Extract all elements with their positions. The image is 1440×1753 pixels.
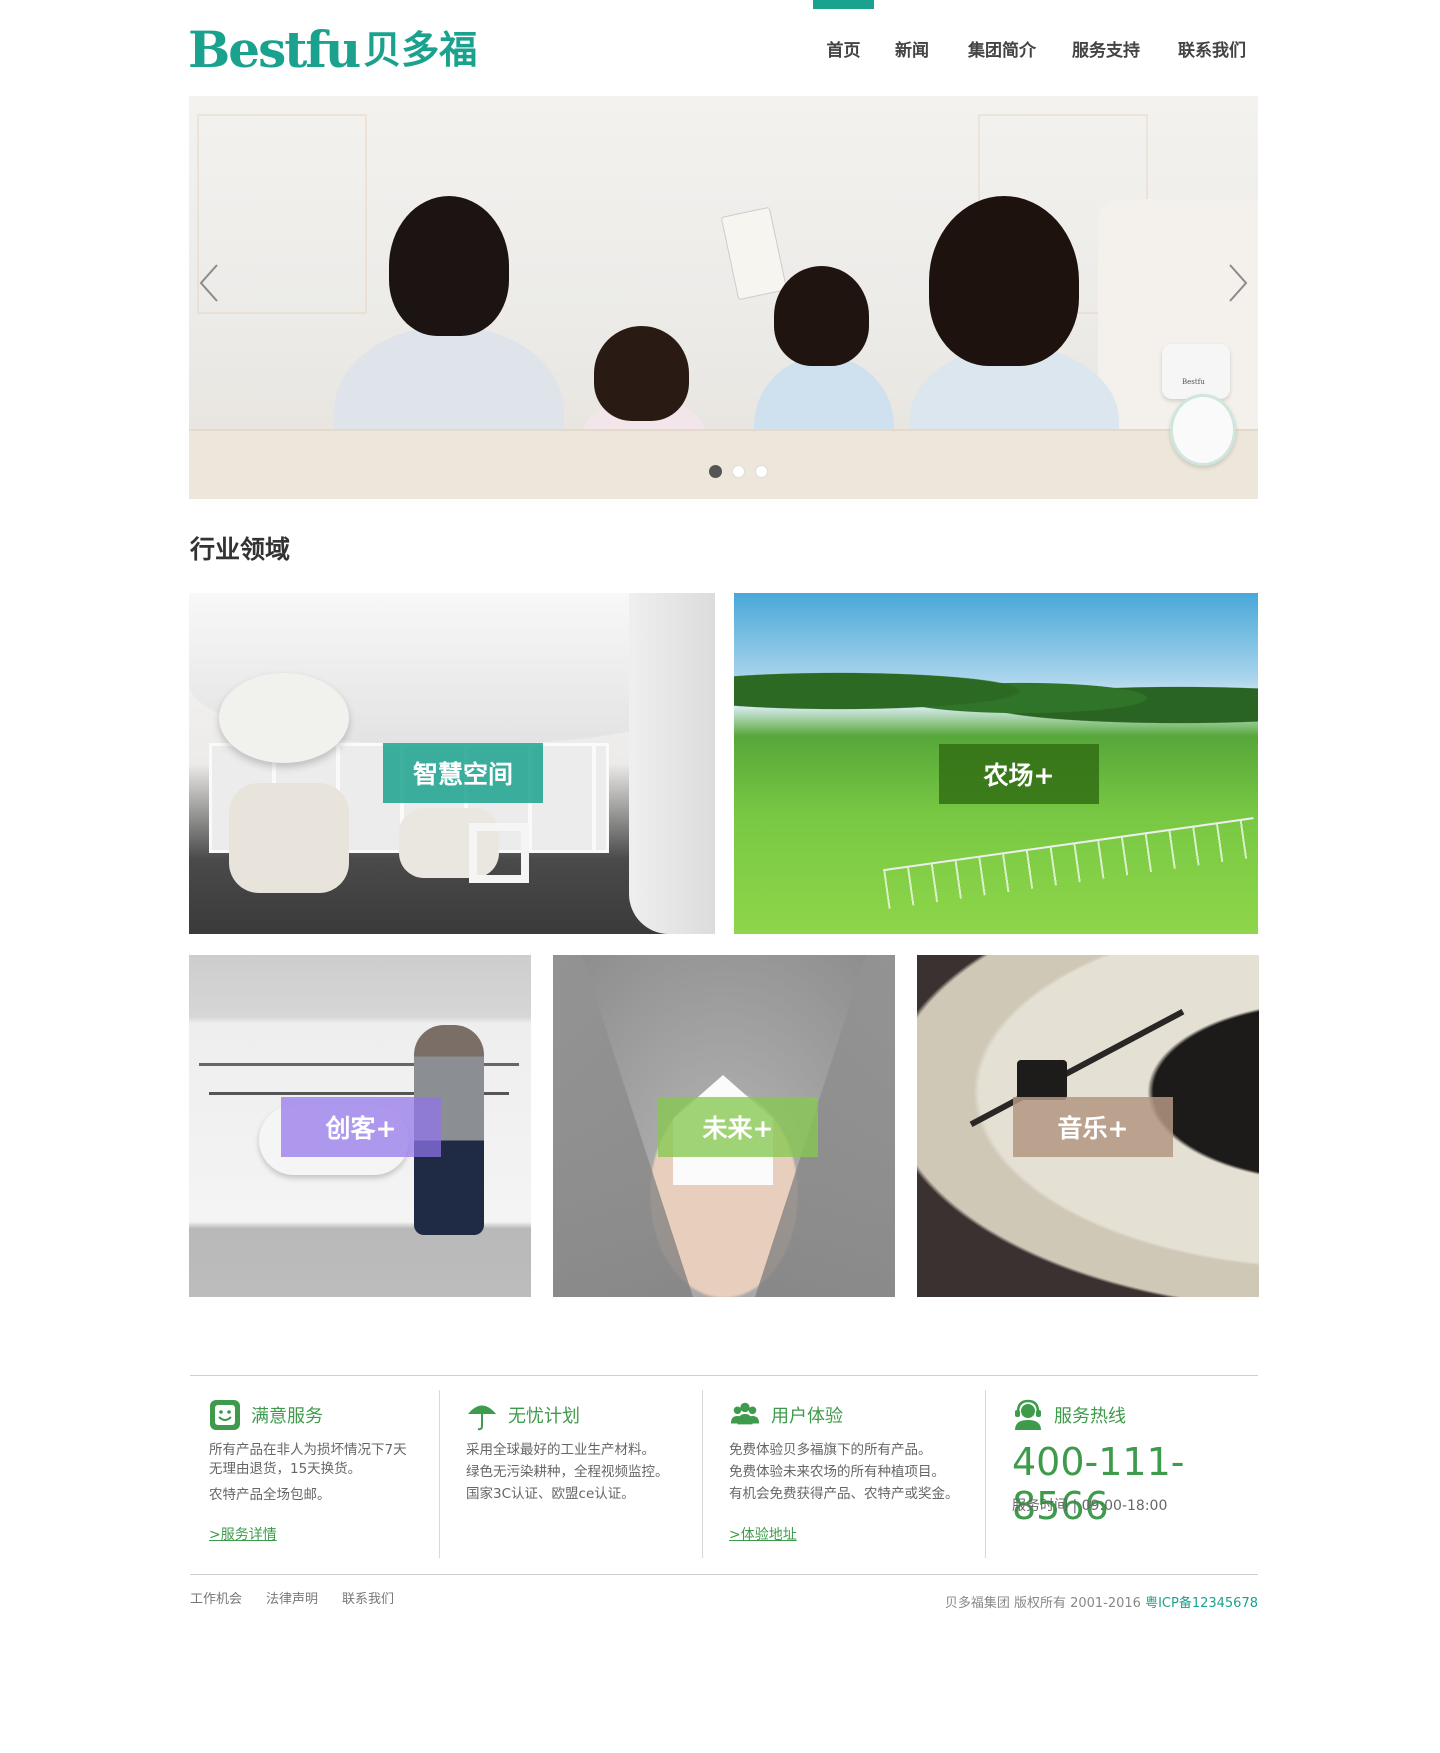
brand-logo[interactable]: Bestfu 贝多福 xyxy=(188,24,477,76)
banner-pagination xyxy=(709,465,768,478)
nav-item-label: 首页 xyxy=(826,40,861,61)
banner-person-girl-hair xyxy=(594,326,689,421)
brand-logo-cn: 贝多福 xyxy=(363,28,478,72)
experience-address-link[interactable]: >体验地址 xyxy=(729,1524,797,1544)
umbrella-icon xyxy=(466,1399,498,1431)
site-header: Bestfu 贝多福 首页 新闻 集团简介 服务支持 联系我们 xyxy=(0,0,1440,96)
feature-text-line: 绿色无污染耕种，全程视频监控。 xyxy=(466,1464,669,1480)
feature-hotline: 服务热线 400-111-8566 服务时间 | 09:00-18:00 xyxy=(1012,1398,1258,1558)
feature-separator xyxy=(702,1390,703,1558)
footer-divider xyxy=(190,1375,1258,1376)
tile-label: 创客+ xyxy=(281,1097,441,1157)
feature-header: 服务热线 xyxy=(1012,1398,1126,1432)
footer-link-jobs[interactable]: 工作机会 xyxy=(190,1588,242,1607)
nav-item-label: 集团简介 xyxy=(968,40,1036,61)
banner-book xyxy=(720,206,788,301)
tile-label: 智慧空间 xyxy=(383,743,543,803)
banner-next-arrow[interactable] xyxy=(1218,253,1258,313)
service-hours: 服务时间 | 09:00-18:00 xyxy=(1012,1498,1168,1514)
icp-link[interactable]: 粤ICP备12345678 xyxy=(1145,1596,1258,1611)
tile-image-chair xyxy=(229,783,349,893)
feature-title: 用户体验 xyxy=(771,1406,843,1427)
headset-icon xyxy=(1012,1399,1044,1431)
device-label: Bestfu xyxy=(1182,378,1205,386)
section-title-industries: 行业领域 xyxy=(190,535,291,564)
feature-text-line: 免费体验贝多福旗下的所有产品。 xyxy=(729,1442,932,1458)
feature-title: 无忧计划 xyxy=(508,1406,580,1427)
tile-maker[interactable]: 创客+ xyxy=(189,955,531,1297)
tile-farm[interactable]: 农场+ xyxy=(734,593,1258,934)
feature-satisfaction: 满意服务 所有产品在非人为损坏情况下7天 无理由退货，15天换货。 农特产品全场… xyxy=(209,1398,424,1558)
banner-person-father-hair xyxy=(929,196,1079,366)
tile-label: 未来+ xyxy=(658,1097,818,1157)
tile-image-lamp xyxy=(219,673,349,763)
tile-smart-space[interactable]: 智慧空间 xyxy=(189,593,715,934)
banner-sofa xyxy=(189,429,1258,499)
footer-link-contact[interactable]: 联系我们 xyxy=(342,1588,394,1607)
tile-music[interactable]: 音乐+ xyxy=(917,955,1259,1297)
banner-device-router: Bestfu xyxy=(1162,344,1230,399)
tile-image-cube xyxy=(469,823,529,883)
feature-title: 满意服务 xyxy=(251,1406,323,1427)
feature-text-line: 所有产品在非人为损坏情况下7天 xyxy=(209,1442,407,1458)
brand-logo-en: Bestfu xyxy=(188,20,361,79)
copyright-notice: 贝多福集团 版权所有 2001-2016 粤ICP备12345678 xyxy=(945,1592,1258,1611)
banner-dot-1[interactable] xyxy=(709,465,722,478)
tile-image-fence xyxy=(883,817,1258,909)
copyright-text: 贝多福集团 版权所有 2001-2016 xyxy=(944,1596,1141,1611)
feature-worry-free: 无忧计划 采用全球最好的工业生产材料。 绿色无污染耕种，全程视频监控。 国家3C… xyxy=(466,1398,696,1558)
feature-text-line: 采用全球最好的工业生产材料。 xyxy=(466,1442,655,1458)
feature-separator xyxy=(439,1390,440,1558)
banner-person-mother-hair xyxy=(389,196,509,336)
tile-label: 音乐+ xyxy=(1013,1097,1173,1157)
tile-label: 农场+ xyxy=(939,744,1099,804)
feature-header: 无忧计划 xyxy=(466,1398,580,1432)
banner-device-sensor xyxy=(1170,394,1236,466)
tile-image-trees xyxy=(734,663,1258,733)
smile-face-icon xyxy=(209,1399,241,1431)
nav-item-news[interactable]: 新闻 xyxy=(882,0,942,96)
nav-item-support[interactable]: 服务支持 xyxy=(1060,0,1152,96)
footer-link-legal[interactable]: 法律声明 xyxy=(266,1588,318,1607)
hero-banner[interactable]: Bestfu xyxy=(189,96,1258,499)
feature-text-line: 无理由退货，15天换货。 xyxy=(209,1461,362,1477)
nav-item-contact[interactable]: 联系我们 xyxy=(1166,0,1258,96)
users-icon xyxy=(729,1399,761,1431)
nav-item-home[interactable]: 首页 xyxy=(813,0,874,96)
chevron-left-icon xyxy=(199,264,218,302)
feature-user-experience: 用户体验 免费体验贝多福旗下的所有产品。 免费体验未来农场的所有种植项目。 有机… xyxy=(729,1398,979,1558)
feature-header: 用户体验 xyxy=(729,1398,843,1432)
footer-divider xyxy=(190,1574,1258,1575)
chevron-right-icon xyxy=(1229,264,1248,302)
feature-text-line: 国家3C认证、欧盟ce认证。 xyxy=(466,1486,635,1502)
feature-separator xyxy=(985,1390,986,1558)
banner-person-boy-hair xyxy=(774,266,869,366)
nav-item-label: 新闻 xyxy=(895,40,929,61)
tile-image-pillar xyxy=(629,593,715,934)
tile-image-cartridge xyxy=(1017,1060,1067,1100)
feature-text-line: 农特产品全场包邮。 xyxy=(209,1487,331,1503)
feature-text-line: 有机会免费获得产品、农特产或奖金。 xyxy=(729,1486,959,1502)
service-details-link[interactable]: >服务详情 xyxy=(209,1524,277,1544)
feature-text-line: 免费体验未来农场的所有种植项目。 xyxy=(729,1464,945,1480)
banner-dot-3[interactable] xyxy=(755,465,768,478)
nav-item-label: 联系我们 xyxy=(1178,40,1246,61)
feature-title: 服务热线 xyxy=(1054,1406,1126,1427)
tile-future[interactable]: 未来+ xyxy=(553,955,895,1297)
nav-item-about[interactable]: 集团简介 xyxy=(956,0,1048,96)
banner-dot-2[interactable] xyxy=(732,465,745,478)
feature-header: 满意服务 xyxy=(209,1398,323,1432)
banner-prev-arrow[interactable] xyxy=(189,253,229,313)
nav-item-label: 服务支持 xyxy=(1072,40,1140,61)
